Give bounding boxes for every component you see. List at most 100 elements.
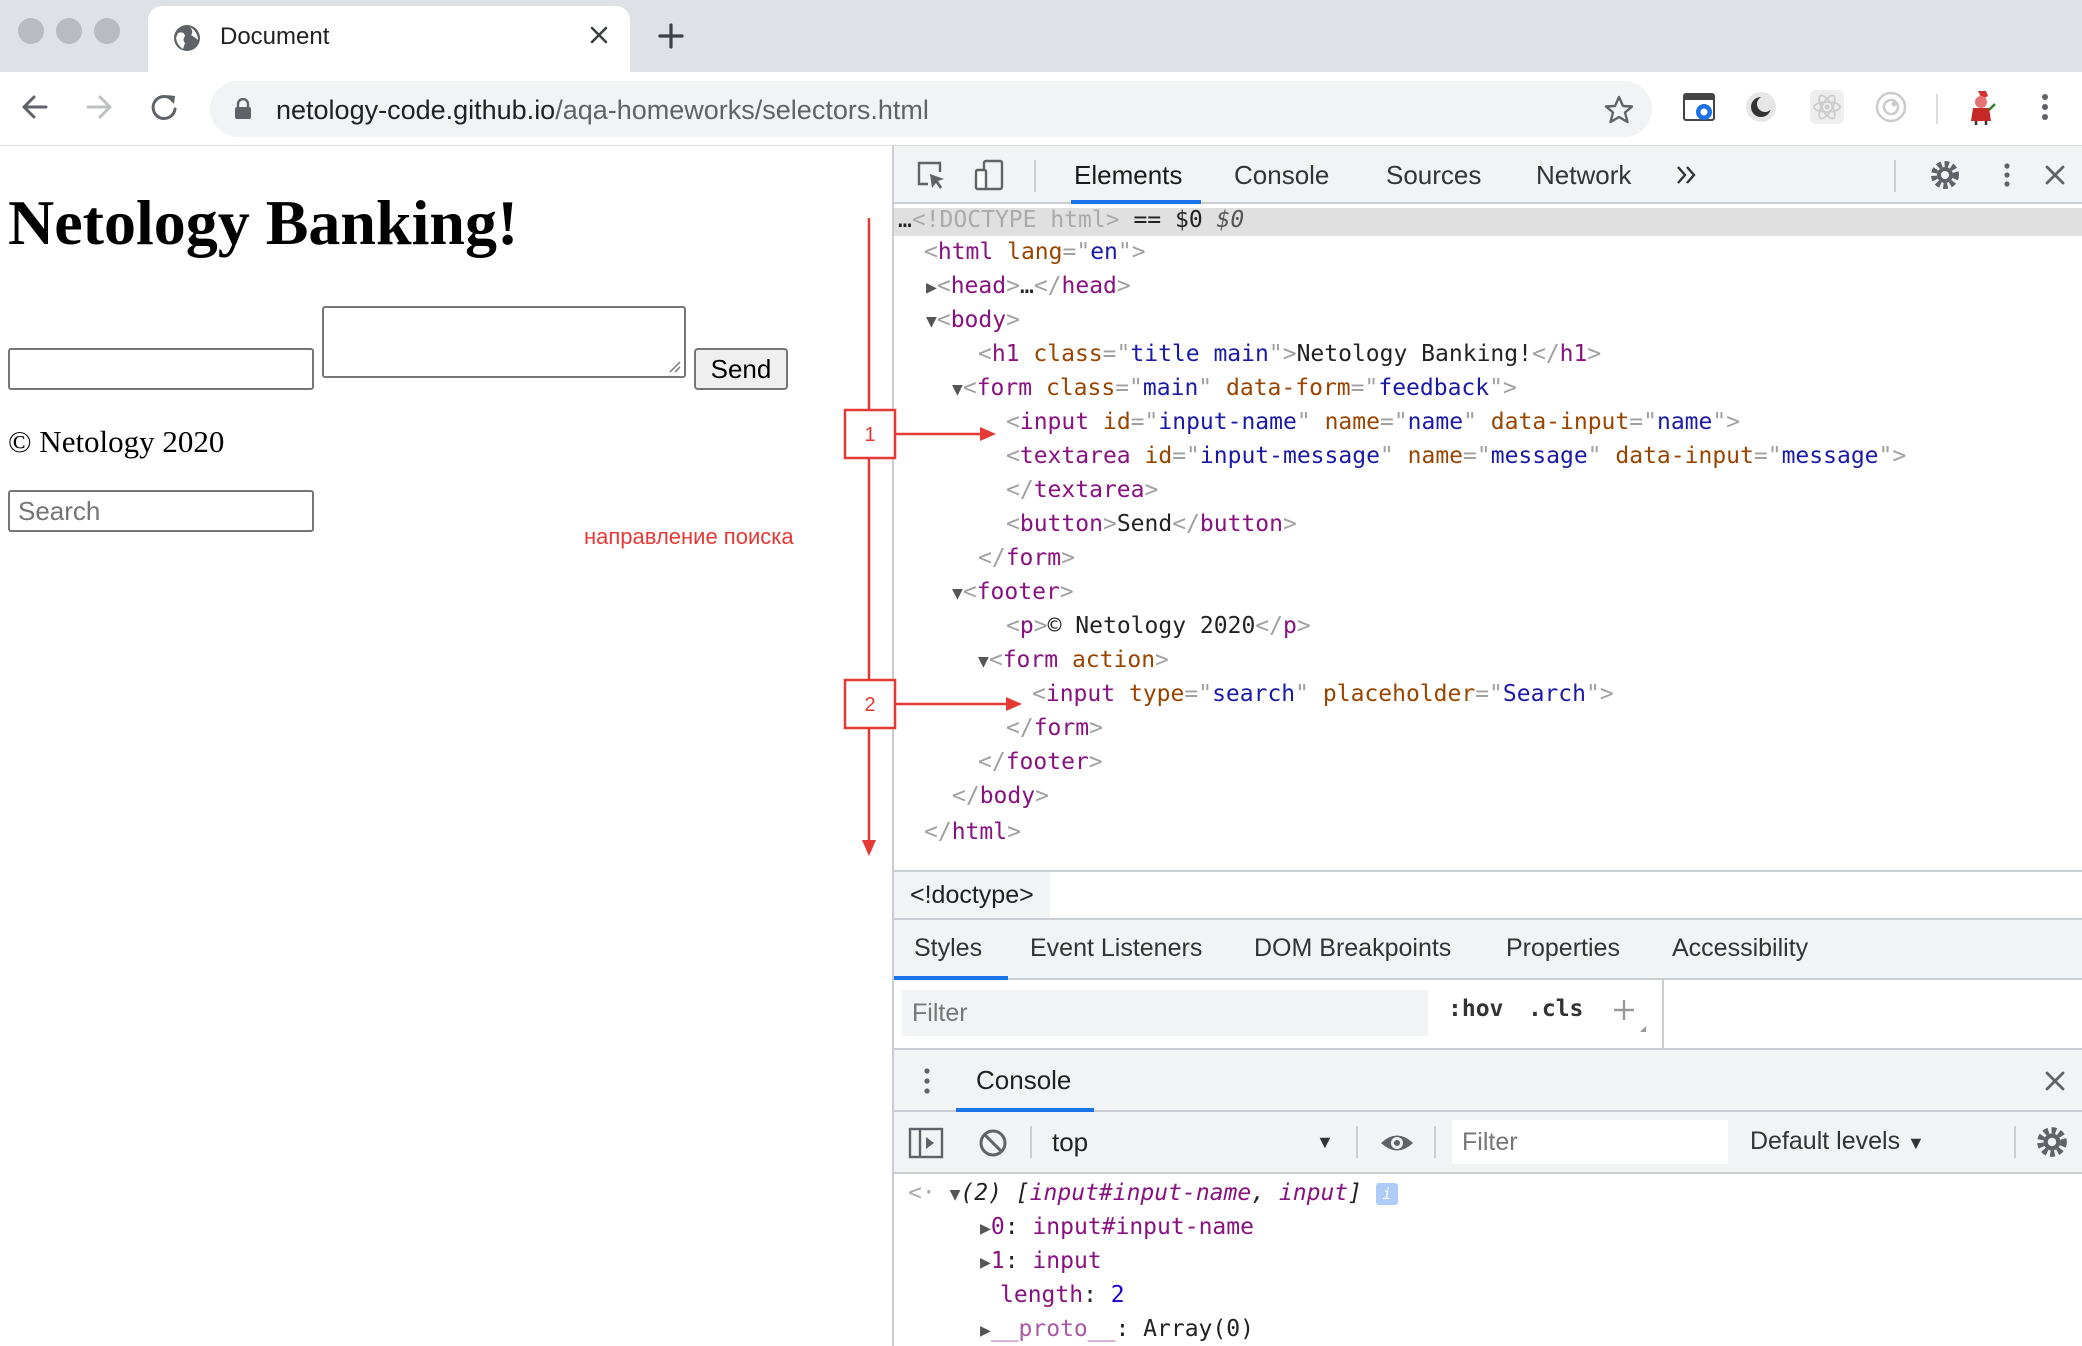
collapse-triangle-icon: ▼ [949, 1184, 961, 1205]
result-arrow-icon: <· [908, 1180, 936, 1206]
dom-node-textarea-close[interactable]: </textarea> [1006, 474, 1158, 506]
globe-icon [174, 25, 200, 51]
name-input[interactable] [8, 348, 314, 390]
dom-node-html[interactable]: <html lang="en"> [924, 236, 1146, 268]
forward-arrow-icon[interactable] [80, 88, 118, 126]
log-levels-label: Default levels [1750, 1127, 1901, 1155]
console-array-item[interactable]: ▶1: input [980, 1244, 1102, 1278]
tab-accessibility[interactable]: Accessibility [1672, 934, 1808, 963]
device-toolbar-icon[interactable] [972, 158, 1006, 192]
tab-event-listeners[interactable]: Event Listeners [1030, 934, 1202, 963]
sidebar-tabbar: Styles Event Listeners DOM Breakpoints P… [894, 920, 2082, 980]
bookmark-star-icon[interactable] [1603, 94, 1635, 126]
dom-node-head[interactable]: ▶<head>…</head> [926, 270, 1131, 302]
react-devtools-icon[interactable] [1808, 88, 1846, 126]
breadcrumb-item[interactable]: <!doctype> [894, 872, 1050, 918]
tab-console[interactable]: Console [1234, 160, 1329, 191]
settings-gear-icon[interactable] [1928, 158, 1962, 192]
dom-node-input-name[interactable]: <input id="input-name" name="name" data-… [1006, 406, 1740, 438]
dom-tree: …<!DOCTYPE html> == $0 $0 <html lang="en… [894, 204, 2082, 870]
extension-eye-icon[interactable] [1872, 88, 1910, 126]
url-text: netology-code.github.io/aqa-homeworks/se… [276, 95, 929, 126]
tab-properties[interactable]: Properties [1506, 934, 1620, 963]
console-result-summary[interactable]: <· ▼(2) [input#input-name, input] i [908, 1176, 1398, 1210]
console-filter-input[interactable]: Filter [1452, 1120, 1728, 1164]
expand-triangle-icon: ▶ [980, 1252, 991, 1273]
dom-node-h1[interactable]: <h1 class="title main">Netology Banking!… [978, 338, 1601, 370]
console-separator [1434, 1126, 1436, 1158]
dom-node-input-search[interactable]: <input type="search" placeholder="Search… [1032, 678, 1614, 710]
dark-mode-extension-icon[interactable] [1742, 88, 1780, 126]
collapse-triangle-icon: ▼ [978, 651, 989, 672]
dom-node-button[interactable]: <button>Send</button> [1006, 508, 1297, 540]
live-expression-eye-icon[interactable] [1378, 1126, 1416, 1160]
tab-sources[interactable]: Sources [1386, 160, 1481, 191]
cls-toggle[interactable]: .cls [1528, 996, 1583, 1022]
search-placeholder: Search [18, 496, 101, 526]
close-devtools-icon[interactable] [2038, 158, 2072, 192]
devtools-panel: Elements Console Sources Network …<!DOCT… [892, 146, 2082, 1346]
styles-filter-bar: Filter :hov .cls [894, 980, 2082, 1050]
console-sidebar-icon[interactable] [908, 1126, 944, 1160]
close-window-button[interactable] [18, 18, 44, 44]
chrome-menu-icon[interactable] [2026, 88, 2064, 126]
close-tab-icon[interactable] [584, 20, 614, 50]
console-filter-placeholder: Filter [1462, 1128, 1518, 1156]
message-textarea[interactable] [322, 306, 686, 378]
tab-dom-breakpoints[interactable]: DOM Breakpoints [1254, 934, 1451, 963]
console-separator [1030, 1126, 1032, 1158]
dom-node-body[interactable]: ▼<body> [926, 304, 1020, 336]
dom-node-p[interactable]: <p>© Netology 2020</p> [1006, 610, 1311, 642]
context-dropdown-icon[interactable]: ▼ [1316, 1132, 1334, 1153]
tab-console-drawer[interactable]: Console [976, 1065, 1071, 1096]
url-path: /aqa-homeworks/selectors.html [555, 95, 929, 125]
profile-avatar-icon[interactable] [1962, 88, 2000, 126]
drawer-menu-icon[interactable] [910, 1064, 944, 1098]
expand-triangle-icon: ▶ [926, 277, 937, 298]
dom-node-body-close[interactable]: </body> [952, 780, 1049, 812]
devtools-menu-icon[interactable] [1990, 158, 2024, 192]
address-bar[interactable]: netology-code.github.io/aqa-homeworks/se… [210, 81, 1652, 137]
tab-styles[interactable]: Styles [914, 934, 982, 963]
new-style-rule-icon[interactable] [1610, 996, 1650, 1036]
console-array-proto[interactable]: ▶__proto__: Array(0) [980, 1312, 1254, 1346]
expand-triangle-icon: ▶ [980, 1320, 991, 1341]
clear-console-icon[interactable] [976, 1126, 1010, 1160]
lock-icon[interactable] [234, 98, 252, 120]
dom-node-textarea[interactable]: <textarea id="input-message" name="messa… [1006, 440, 1906, 472]
zoom-window-button[interactable] [94, 18, 120, 44]
search-input[interactable]: Search [8, 490, 314, 532]
hov-toggle[interactable]: :hov [1448, 996, 1503, 1022]
reload-icon[interactable] [145, 88, 183, 126]
inspect-element-icon[interactable] [914, 158, 948, 192]
console-settings-gear-icon[interactable] [2034, 1124, 2070, 1160]
dom-node-form-close[interactable]: </form> [978, 542, 1075, 574]
console-drawer-header: Console [894, 1050, 2082, 1112]
dom-node-footer[interactable]: ▼<footer> [952, 576, 1074, 608]
resize-grip-icon[interactable] [666, 358, 682, 374]
styles-filter-input[interactable]: Filter [902, 990, 1428, 1036]
console-toolbar: top ▼ Filter Default levels ▼ [894, 1112, 2082, 1174]
dom-node-html-close[interactable]: </html> [924, 816, 1021, 848]
close-drawer-icon[interactable] [2038, 1064, 2072, 1098]
log-levels-dropdown[interactable]: Default levels ▼ [1750, 1127, 1925, 1156]
browser-tab[interactable]: Document [148, 6, 630, 72]
console-array-item[interactable]: ▶0: input#input-name [980, 1210, 1254, 1244]
send-button[interactable]: Send [694, 348, 788, 390]
dom-node-search-form[interactable]: ▼<form action> [978, 644, 1169, 676]
dom-node-search-form-close[interactable]: </form> [1006, 712, 1103, 744]
screenshot-extension-icon[interactable] [1680, 88, 1718, 126]
info-icon[interactable]: i [1375, 1182, 1398, 1205]
back-arrow-icon[interactable] [16, 88, 54, 126]
dom-node-doctype[interactable]: …<!DOCTYPE html> == $0 $0 [898, 204, 1244, 236]
dom-node-form[interactable]: ▼<form class="main" data-form="feedback"… [952, 372, 1517, 404]
tab-network[interactable]: Network [1536, 160, 1631, 191]
tab-elements[interactable]: Elements [1074, 160, 1182, 191]
toolbar-separator [1936, 94, 1938, 124]
new-tab-icon[interactable] [655, 20, 687, 52]
minimize-window-button[interactable] [56, 18, 82, 44]
context-selector[interactable]: top [1052, 1127, 1088, 1158]
dom-node-footer-close[interactable]: </footer> [978, 746, 1103, 778]
more-tabs-chevron-icon[interactable] [1670, 158, 1704, 192]
expand-triangle-icon: ▶ [980, 1218, 991, 1239]
